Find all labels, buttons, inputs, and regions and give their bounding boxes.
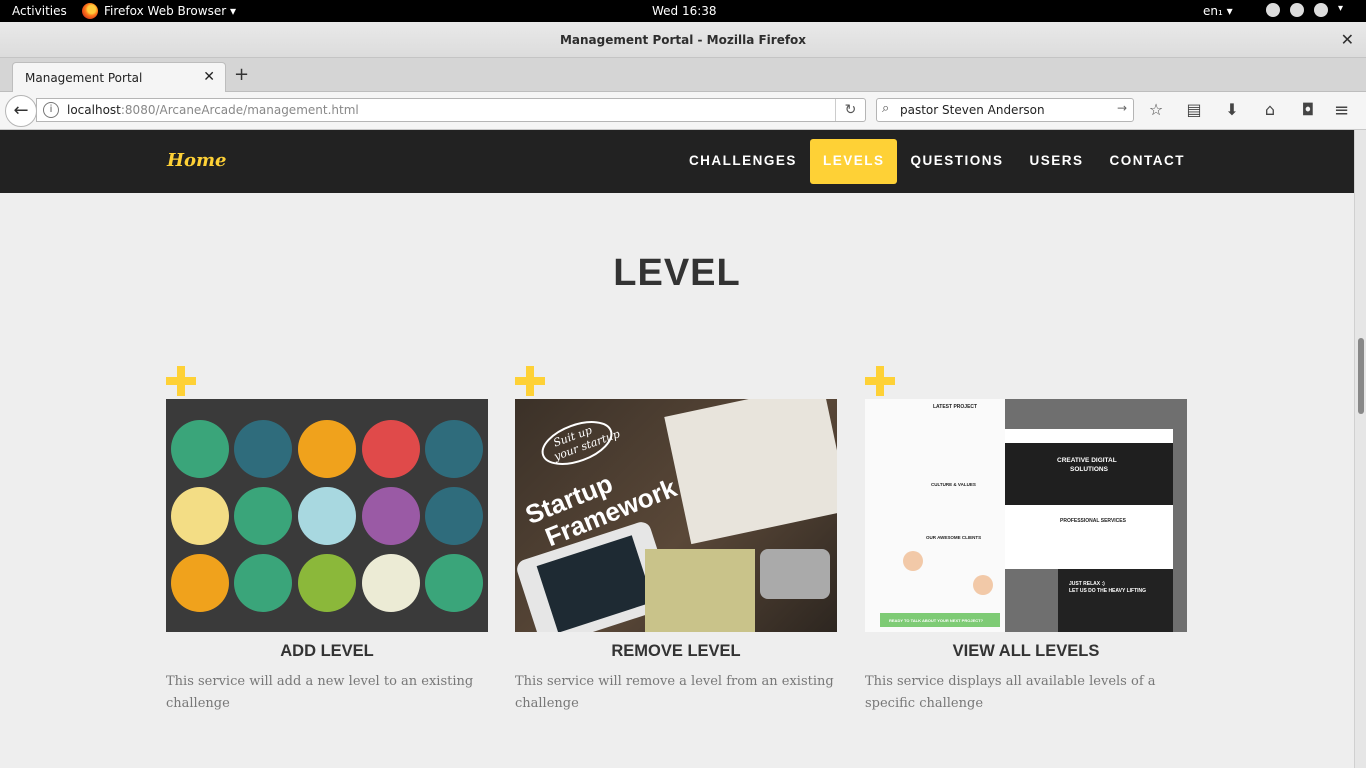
new-tab-button[interactable]: + (234, 64, 249, 85)
section-title: LEVEL (613, 252, 741, 294)
mockup-text-clients: OUR AWESOME CLIENTS (926, 535, 981, 540)
card-description: This service will remove a level from an… (515, 674, 834, 711)
donut-icon (170, 553, 229, 612)
window-titlebar: Management Portal - Mozilla Firefox ✕ (0, 22, 1366, 58)
mockup-hero (1005, 443, 1173, 505)
url-bar[interactable]: i localhost:8080/ArcaneArcade/management… (36, 98, 866, 122)
hamburger-menu-icon[interactable]: ≡ (1334, 100, 1349, 121)
power-icon[interactable] (1314, 3, 1328, 17)
search-icon: ⌕ (882, 101, 890, 116)
back-button[interactable]: ← (5, 95, 37, 127)
person-icon (234, 419, 293, 478)
tab-label: Management Portal (25, 71, 143, 85)
card-title: ADD LEVEL (280, 642, 374, 660)
luggage-icon (170, 486, 229, 545)
network-icon[interactable] (1266, 3, 1280, 17)
add-level-image[interactable] (166, 399, 488, 632)
toolbar-icons: ☆ ▤ ⬇ ⌂ ◘ (1146, 100, 1318, 120)
nav-users[interactable]: USERS (1016, 139, 1096, 184)
tab-management-portal[interactable]: Management Portal ✕ (12, 62, 226, 92)
mockup-text-solutions: SOLUTIONS (1070, 466, 1109, 473)
search-value: pastor Steven Anderson (900, 103, 1045, 117)
mockup-text-creative: CREATIVE DIGITAL (1057, 457, 1117, 464)
pencils-icon (234, 553, 293, 612)
camera-shape (760, 549, 830, 599)
nav-levels[interactable]: LEVELS (809, 139, 898, 184)
tab-strip: Management Portal ✕ + (0, 58, 1366, 92)
goal-icon (297, 486, 356, 545)
web-page: Home CHALLENGES LEVELS QUESTIONS USERS C… (0, 130, 1354, 768)
bowling-icon (425, 486, 484, 545)
notebook-shape (645, 549, 755, 632)
book-icon (425, 553, 484, 612)
microscope-icon (425, 419, 484, 478)
system-menu-chevron-icon[interactable]: ▾ (1338, 3, 1352, 17)
reload-icon[interactable]: ↻ (835, 99, 865, 121)
explorer-icon (297, 419, 356, 478)
mockup-text-relax: JUST RELAX :) (1069, 581, 1105, 587)
client-avatar-2 (973, 575, 993, 595)
home-icon[interactable]: ⌂ (1260, 100, 1280, 120)
card-title: REMOVE LEVEL (611, 642, 741, 660)
url-path: :8080/ArcaneArcade/management.html (120, 103, 359, 117)
plant-icon (361, 553, 420, 612)
mockup-text-culture: CULTURE & VALUES (931, 482, 976, 487)
search-input[interactable]: ⌕ pastor Steven Anderson → (876, 98, 1134, 122)
url-host: localhost (67, 103, 121, 117)
mockup-left-page (865, 399, 1005, 632)
card-description: This service displays all available leve… (865, 674, 1156, 711)
app-menu-label: Firefox Web Browser ▾ (104, 4, 236, 18)
site-nav-links: CHALLENGES LEVELS QUESTIONS USERS CONTAC… (676, 139, 1198, 184)
client-avatar-1 (903, 551, 923, 571)
mockup-text-ready: READY TO TALK ABOUT YOUR NEXT PROJECT? (889, 618, 984, 623)
gamepad-icon (234, 486, 293, 545)
bookmark-star-icon[interactable]: ☆ (1146, 100, 1166, 120)
navigation-toolbar: i localhost:8080/ArcaneArcade/management… (0, 92, 1366, 130)
system-tray[interactable]: ▾ (1266, 3, 1352, 17)
mockup-text-services: PROFESSIONAL SERVICES (1060, 518, 1127, 524)
volume-icon[interactable] (1290, 3, 1304, 17)
system-top-bar: Activities Firefox Web Browser ▾ Wed 16:… (0, 0, 1366, 22)
bomb-icon (170, 419, 229, 478)
search-go-icon[interactable]: → (1117, 101, 1127, 115)
reading-list-icon[interactable]: ▤ (1184, 100, 1204, 120)
mockup-text-heavy: LET US DO THE HEAVY LIFTING (1069, 588, 1146, 594)
clock[interactable]: Wed 16:38 (652, 4, 717, 18)
plus-icon[interactable] (515, 366, 545, 396)
scrollbar-thumb[interactable] (1358, 338, 1364, 414)
mockup-footer-block (1058, 569, 1173, 632)
view-levels-image[interactable]: LATEST PROJECT CREATIVE DIGITAL SOLUTION… (865, 399, 1187, 632)
card-title: VIEW ALL LEVELS (952, 642, 1100, 660)
card-description: This service will add a new level to an … (166, 674, 474, 711)
brand-home-link[interactable]: Home (167, 150, 227, 171)
plug-icon (297, 553, 356, 612)
page-scrollbar[interactable] (1354, 130, 1366, 768)
remove-level-image[interactable]: Suit up your startup Startup Framework (515, 399, 837, 632)
keyboard-layout-indicator[interactable]: en₁ ▾ (1203, 4, 1233, 18)
app-menu[interactable]: Firefox Web Browser ▾ (82, 3, 236, 19)
nav-questions[interactable]: QUESTIONS (897, 139, 1016, 184)
nav-challenges[interactable]: CHALLENGES (676, 139, 810, 184)
mockup-text-latest: LATEST PROJECT (933, 404, 977, 410)
startup-framework-illustration: Suit up your startup Startup Framework (517, 399, 837, 632)
activities-button[interactable]: Activities (12, 4, 67, 18)
coins-icon (361, 486, 420, 545)
site-info-icon[interactable]: i (43, 102, 59, 118)
tablet-icon (361, 419, 420, 478)
tab-close-icon[interactable]: ✕ (203, 69, 215, 85)
website-mockup-illustration: LATEST PROJECT CREATIVE DIGITAL SOLUTION… (865, 399, 1187, 632)
plus-icon[interactable] (865, 366, 895, 396)
firefox-icon (82, 3, 98, 19)
nav-contact[interactable]: CONTACT (1097, 139, 1199, 184)
tablet-shape (664, 399, 837, 545)
site-navbar: Home CHALLENGES LEVELS QUESTIONS USERS C… (0, 130, 1354, 193)
plus-icon[interactable] (166, 366, 196, 396)
back-arrow-icon: ← (13, 100, 29, 121)
window-close-icon[interactable]: ✕ (1341, 22, 1354, 58)
pocket-icon[interactable]: ◘ (1298, 100, 1318, 120)
window-title: Management Portal - Mozilla Firefox (559, 33, 807, 47)
downloads-icon[interactable]: ⬇ (1222, 100, 1242, 120)
